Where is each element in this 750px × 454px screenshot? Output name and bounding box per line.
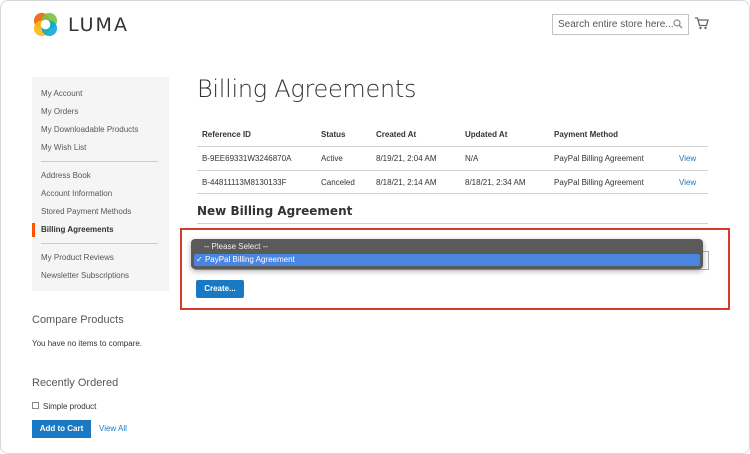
payment-method: PayPal Billing Agreement bbox=[554, 178, 644, 187]
updated-at: 8/18/21, 2:34 AM bbox=[465, 178, 526, 187]
sidebar-item-billing-agreements[interactable]: Billing Agreements bbox=[41, 225, 114, 234]
sidebar-item-address-book[interactable]: Address Book bbox=[41, 171, 91, 180]
sidebar-item-wish-list[interactable]: My Wish List bbox=[41, 143, 86, 152]
status: Canceled bbox=[321, 178, 355, 187]
row-divider bbox=[197, 170, 708, 171]
create-button[interactable]: Create... bbox=[196, 280, 244, 298]
active-indicator bbox=[32, 223, 35, 237]
reference-id: B-44811113M8130133F bbox=[202, 178, 287, 187]
compare-products-title: Compare Products bbox=[32, 314, 124, 326]
col-header-payment-method: Payment Method bbox=[554, 130, 619, 139]
recently-ordered-title: Recently Ordered bbox=[32, 377, 119, 389]
recent-product-checkbox[interactable] bbox=[32, 402, 39, 409]
new-agreement-title: New Billing Agreement bbox=[197, 204, 353, 218]
brand-name: LUMA bbox=[68, 13, 129, 36]
sidebar-item-account-information[interactable]: Account Information bbox=[41, 189, 112, 198]
view-all-link[interactable]: View All bbox=[99, 424, 127, 433]
view-link[interactable]: View bbox=[679, 154, 696, 163]
sidebar-divider bbox=[41, 161, 158, 162]
dropdown-option-please-select[interactable]: -- Please Select -- bbox=[204, 242, 268, 251]
dropdown-option-paypal[interactable]: ✓ PayPal Billing Agreement bbox=[194, 254, 700, 266]
sidebar-item-my-account[interactable]: My Account bbox=[41, 89, 82, 98]
search-icon[interactable] bbox=[673, 19, 683, 29]
page: LUMA Search entire store here... My Acco… bbox=[0, 0, 750, 454]
payment-method-dropdown[interactable]: -- Please Select -- ✓ PayPal Billing Agr… bbox=[191, 239, 703, 269]
add-to-cart-button[interactable]: Add to Cart bbox=[32, 420, 91, 438]
sidebar-item-stored-payment-methods[interactable]: Stored Payment Methods bbox=[41, 207, 131, 216]
compare-empty-text: You have no items to compare. bbox=[32, 339, 142, 348]
status: Active bbox=[321, 154, 343, 163]
page-title: Billing Agreements bbox=[197, 75, 417, 103]
sidebar-divider bbox=[41, 243, 158, 244]
cart-icon[interactable] bbox=[695, 17, 709, 30]
created-at: 8/18/21, 2:14 AM bbox=[376, 178, 437, 187]
search-input[interactable]: Search entire store here... bbox=[552, 14, 689, 35]
sidebar-item-newsletter-subscriptions[interactable]: Newsletter Subscriptions bbox=[41, 271, 129, 280]
created-at: 8/19/21, 2:04 AM bbox=[376, 154, 437, 163]
row-divider bbox=[197, 193, 708, 194]
sidebar-item-downloadable-products[interactable]: My Downloadable Products bbox=[41, 125, 138, 134]
dropdown-option-label: PayPal Billing Agreement bbox=[204, 255, 295, 264]
col-header-created-at: Created At bbox=[376, 130, 417, 139]
search-placeholder: Search entire store here... bbox=[558, 19, 674, 30]
check-icon: ✓ bbox=[196, 255, 203, 264]
table-header-divider bbox=[197, 146, 708, 147]
account-nav: My Account My Orders My Downloadable Pro… bbox=[32, 77, 169, 291]
updated-at: N/A bbox=[465, 154, 479, 163]
col-header-reference-id: Reference ID bbox=[202, 130, 251, 139]
col-header-status: Status bbox=[321, 130, 346, 139]
reference-id: B-9EE69331W3246870A bbox=[202, 154, 292, 163]
sidebar-item-my-orders[interactable]: My Orders bbox=[41, 107, 78, 116]
luma-logo[interactable]: LUMA bbox=[32, 11, 129, 38]
sidebar-item-product-reviews[interactable]: My Product Reviews bbox=[41, 253, 114, 262]
col-header-updated-at: Updated At bbox=[465, 130, 508, 139]
view-link[interactable]: View bbox=[679, 178, 696, 187]
recent-product-name: Simple product bbox=[43, 402, 97, 411]
section-divider bbox=[197, 223, 708, 224]
payment-method: PayPal Billing Agreement bbox=[554, 154, 644, 163]
luma-logo-icon bbox=[33, 12, 58, 37]
